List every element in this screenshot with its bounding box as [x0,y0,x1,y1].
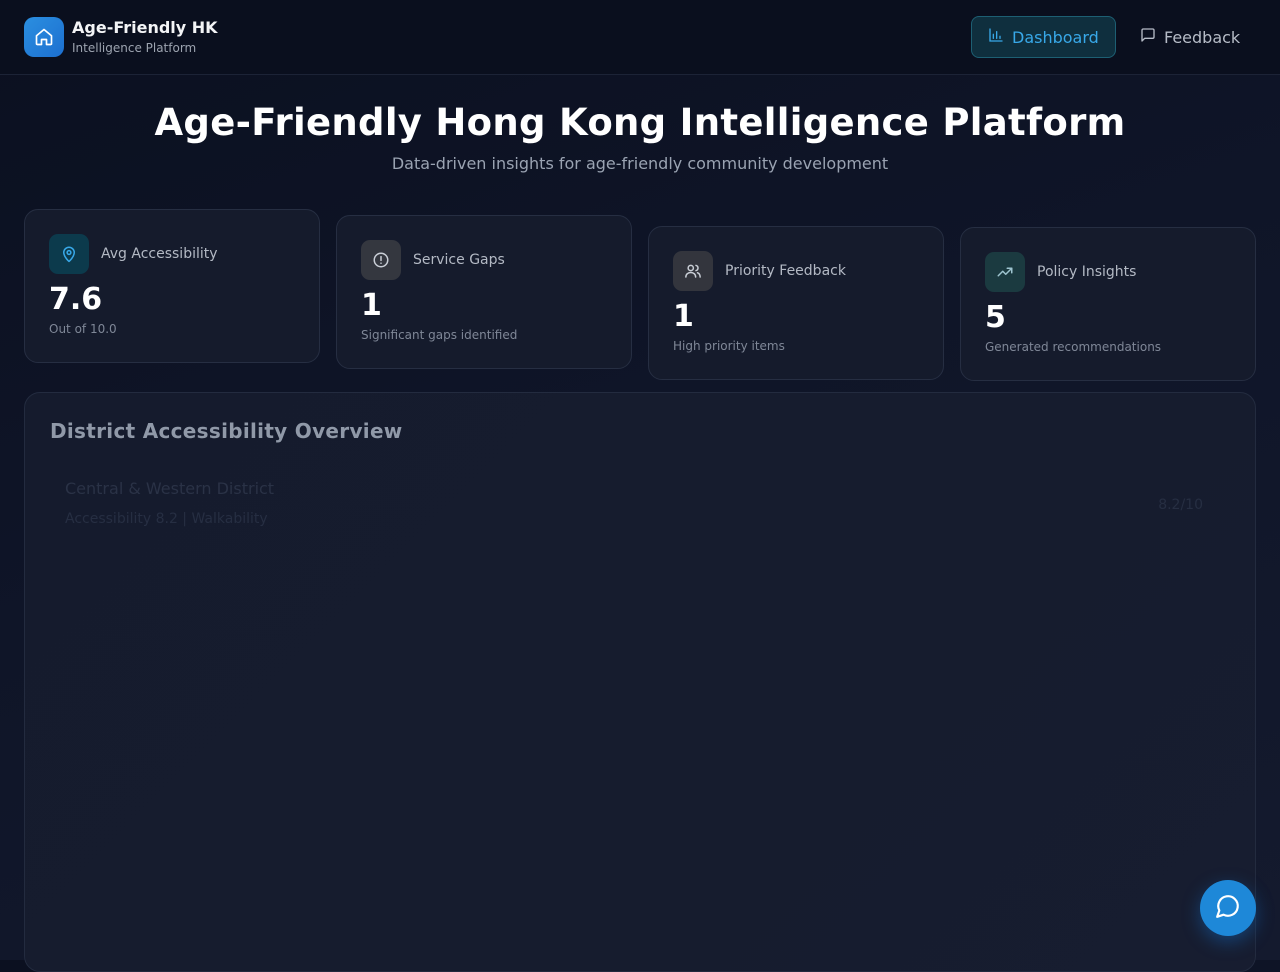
nav-dashboard-button[interactable]: Dashboard [971,16,1116,58]
stat-value: 1 [361,288,382,323]
stat-label: Avg Accessibility [101,246,218,262]
message-square-icon [1140,27,1156,47]
stat-card-policy-insights: Policy Insights 5 Generated recommendati… [960,227,1256,381]
stat-card-priority-feedback: Priority Feedback 1 High priority items [648,226,944,380]
page-title: Age-Friendly Hong Kong Intelligence Plat… [154,101,1126,144]
chat-button[interactable] [1200,880,1256,936]
district-name[interactable]: Central & Western District [65,479,274,498]
map-pin-icon [49,234,89,274]
stat-card-avg-accessibility: Avg Accessibility 7.6 Out of 10.0 [24,209,320,363]
nav-feedback-label: Feedback [1164,27,1241,47]
stat-note: Significant gaps identified [361,328,518,342]
nav-dashboard-label: Dashboard [1012,27,1099,47]
brand-subtitle: Intelligence Platform [72,41,197,55]
stat-card-service-gaps: Service Gaps 1 Significant gaps identifi… [336,215,632,369]
stat-note: Out of 10.0 [49,322,117,336]
panel-title: District Accessibility Overview [50,419,403,443]
stat-value: 1 [673,299,694,334]
top-navigation-bar: Age-Friendly HK Intelligence Platform Da… [0,0,1280,75]
stat-value: 7.6 [49,282,103,317]
district-meta: Accessibility 8.2 | Walkability [65,511,268,527]
chat-bubble-icon [1215,893,1241,923]
home-icon[interactable] [24,17,64,57]
brand-name[interactable]: Age-Friendly HK [72,18,218,37]
stat-value: 5 [985,300,1006,335]
stat-label: Priority Feedback [725,263,846,279]
stat-note: Generated recommendations [985,340,1162,354]
page-subtitle: Data-driven insights for age-friendly co… [391,154,889,173]
users-icon [673,251,713,291]
trending-up-icon [985,252,1025,292]
nav-feedback-button[interactable]: Feedback [1128,16,1254,58]
district-overview-panel: District Accessibility Overview Central … [24,392,1256,972]
alert-circle-icon [361,240,401,280]
stat-label: Policy Insights [1037,264,1137,280]
stat-note: High priority items [673,339,785,353]
district-score: 8.2/10 [1158,497,1203,513]
bar-chart-icon [988,27,1004,47]
stat-label: Service Gaps [413,252,505,268]
